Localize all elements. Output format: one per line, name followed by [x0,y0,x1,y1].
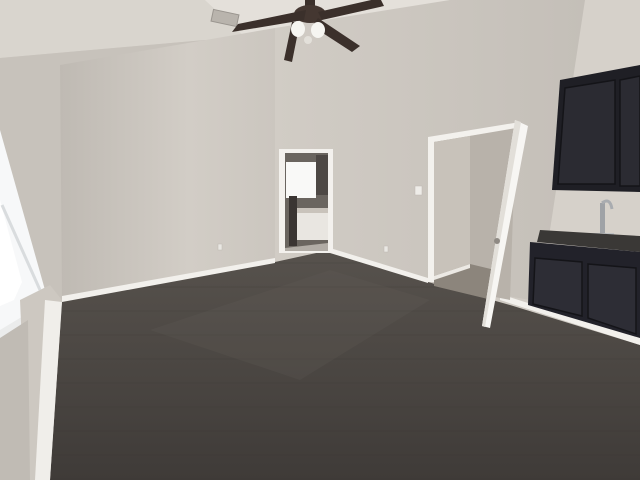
wall-outlet [383,245,389,253]
wall-outlet [217,243,223,251]
door-knob [494,238,500,244]
doorway-to-bathroom [279,149,333,253]
back-wall [60,28,275,300]
upper-cabinet [552,65,640,192]
light-switch [414,185,423,196]
room-photo [0,0,640,480]
